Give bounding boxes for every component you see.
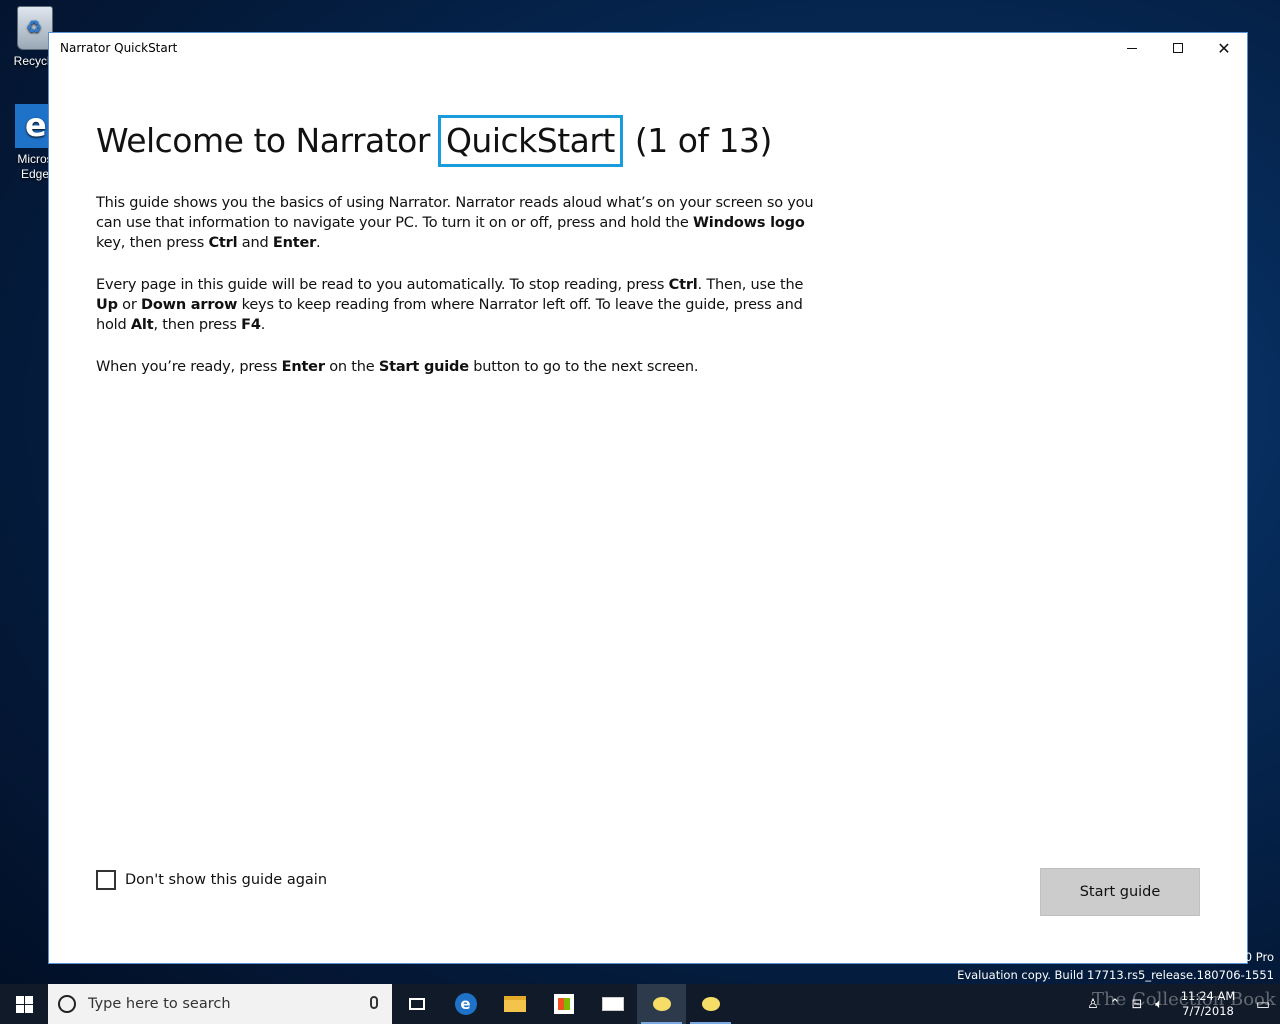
text: When you’re ready, press [96, 359, 282, 375]
windows-logo-icon [15, 995, 33, 1013]
clock-time: 11:24 AM [1180, 989, 1236, 1003]
task-view-icon [408, 998, 425, 1010]
minimize-button[interactable] [1109, 33, 1155, 63]
text: . [316, 235, 321, 251]
folder-icon [503, 996, 526, 1012]
cortana-icon [58, 995, 76, 1013]
minimize-icon [1127, 47, 1137, 49]
text: button to go to the next screen. [468, 359, 699, 375]
text: , then press [153, 317, 242, 333]
start-button[interactable] [0, 984, 48, 1024]
key-enter: Enter [281, 359, 325, 375]
chevron-up-icon[interactable]: ⌃ [1104, 997, 1126, 1012]
start-guide-reference: Start guide [378, 359, 469, 375]
action-center-icon[interactable]: ▭ [1246, 995, 1280, 1013]
edition-watermark: 0 Pro [1244, 950, 1274, 964]
key-ctrl: Ctrl [208, 235, 238, 251]
key-alt: Alt [130, 317, 154, 333]
intro-paragraph: This guide shows you the basics of using… [96, 193, 816, 253]
clock-date: 7/7/2018 [1182, 1004, 1234, 1018]
taskbar: Type here to search e ♙ ⌃ ⊟ 🔈︎ 11:24 AM … [0, 984, 1280, 1024]
task-view-button[interactable] [392, 984, 441, 1024]
title-page-count: (1 of 13) [624, 121, 773, 160]
key-down-arrow: Down arrow [141, 297, 238, 313]
close-icon: ✕ [1217, 38, 1231, 58]
narrator-quickstart-window: Narrator QuickStart ✕ Welcome to Narrato… [48, 32, 1248, 964]
microphone-icon[interactable] [370, 996, 378, 1009]
narrator-settings-icon [701, 997, 720, 1011]
maximize-button[interactable] [1155, 33, 1201, 63]
mail-icon [601, 997, 624, 1011]
window-title: Narrator QuickStart [60, 41, 178, 55]
store-icon [553, 994, 574, 1014]
text: Every page in this guide will be read to… [96, 277, 669, 293]
text: and [237, 235, 273, 251]
text: on the [324, 359, 379, 375]
taskbar-narrator[interactable] [686, 984, 735, 1024]
text: . Then, use the [697, 277, 804, 293]
dont-show-again-checkbox[interactable] [96, 870, 116, 890]
search-placeholder: Type here to search [88, 996, 231, 1012]
key-up: Up [96, 297, 118, 313]
start-guide-button[interactable]: Start guide [1040, 868, 1200, 916]
taskbar-narrator-quickstart[interactable] [637, 984, 686, 1024]
taskbar-store[interactable] [539, 984, 588, 1024]
key-windows-logo: Windows logo [693, 215, 805, 231]
dont-show-again-option[interactable]: Don't show this guide again [96, 870, 327, 890]
volume-icon[interactable]: 🔈︎ [1148, 997, 1170, 1012]
guide-content: Welcome to Narrator QuickStart (1 of 13)… [96, 115, 816, 377]
maximize-icon [1173, 43, 1183, 53]
taskbar-mail[interactable] [588, 984, 637, 1024]
system-tray: ♙ ⌃ ⊟ 🔈︎ 11:24 AM 7/7/2018 ▭ [1082, 984, 1280, 1024]
taskbar-search-box[interactable]: Type here to search [48, 984, 392, 1024]
key-f4: F4 [241, 317, 261, 333]
dont-show-again-label[interactable]: Don't show this guide again [125, 872, 327, 888]
network-icon[interactable]: ⊟ [1126, 997, 1148, 1012]
page-title: Welcome to Narrator QuickStart (1 of 13) [96, 115, 816, 167]
title-bar[interactable]: Narrator QuickStart ✕ [49, 33, 1247, 63]
text: key, then press [96, 235, 209, 251]
edge-icon: e [454, 993, 477, 1015]
taskbar-edge[interactable]: e [441, 984, 490, 1024]
text: or [117, 297, 142, 313]
narrator-icon [652, 997, 671, 1011]
ready-paragraph: When you’re ready, press Enter on the St… [96, 357, 816, 377]
text: . [260, 317, 266, 333]
taskbar-file-explorer[interactable] [490, 984, 539, 1024]
clock[interactable]: 11:24 AM 7/7/2018 [1170, 989, 1246, 1019]
key-ctrl: Ctrl [668, 277, 698, 293]
people-icon[interactable]: ♙ [1082, 997, 1104, 1012]
title-prefix: Welcome to Narrator [96, 121, 440, 160]
reading-paragraph: Every page in this guide will be read to… [96, 275, 816, 335]
narrator-focus-rectangle: QuickStart [437, 115, 623, 167]
evaluation-build-watermark: Evaluation copy. Build 17713.rs5_release… [957, 968, 1274, 982]
close-button[interactable]: ✕ [1201, 33, 1247, 63]
key-enter: Enter [272, 235, 317, 251]
